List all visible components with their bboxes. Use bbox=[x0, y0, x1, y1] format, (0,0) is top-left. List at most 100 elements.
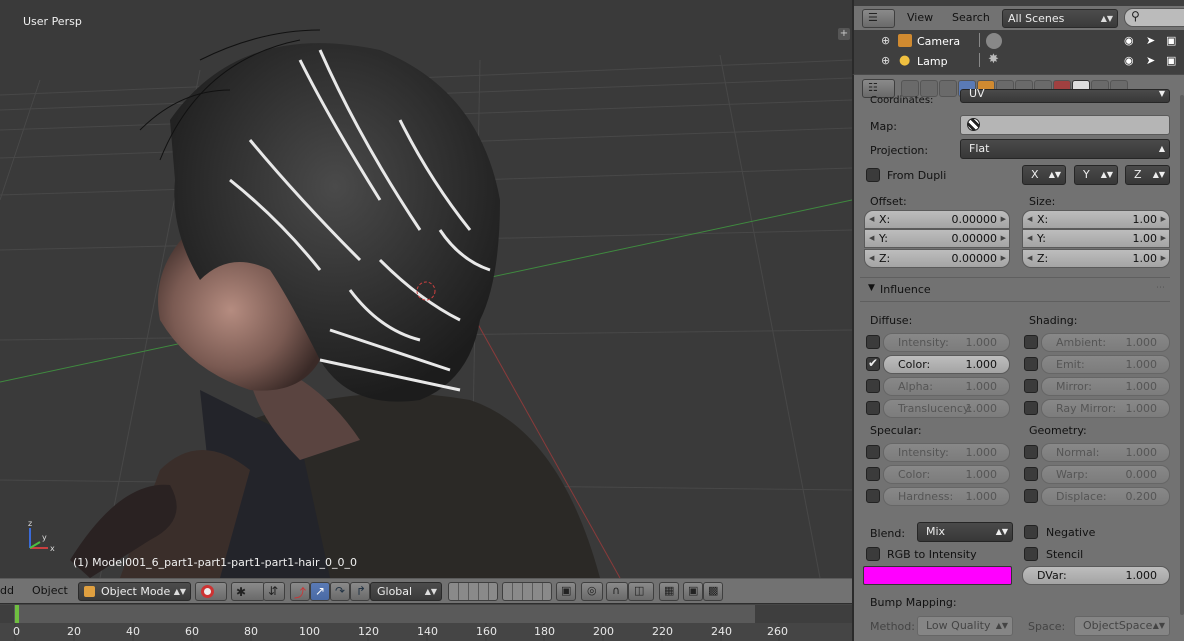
negative-checkbox[interactable] bbox=[1024, 525, 1038, 539]
properties-scrollbar[interactable] bbox=[1180, 95, 1184, 615]
add-menu[interactable]: dd bbox=[0, 584, 14, 597]
shading-ambient-field[interactable]: Ambient: 1.000 bbox=[1041, 333, 1170, 352]
orientation-value: Global bbox=[377, 585, 413, 598]
eye-icon[interactable]: ◉ bbox=[1124, 54, 1134, 67]
specular-color-field[interactable]: Color: 1.000 bbox=[883, 465, 1010, 484]
stencil-checkbox[interactable] bbox=[1024, 547, 1038, 561]
mode-select[interactable]: Object Mode ▲▼ bbox=[78, 582, 191, 601]
uv-map-field[interactable] bbox=[960, 115, 1170, 135]
expand-icon[interactable]: ⊕ bbox=[881, 34, 890, 47]
shading-mirror-checkbox[interactable] bbox=[1024, 379, 1038, 393]
shading-ray-mirror-field[interactable]: Ray Mirror: 1.000 bbox=[1041, 399, 1170, 418]
diffuse-translucency-field[interactable]: Translucency: 1.000 bbox=[883, 399, 1010, 418]
offset-z-field[interactable]: ◀ Z: 0.00000 ▶ bbox=[864, 249, 1010, 268]
region-toggle-button[interactable]: + bbox=[838, 28, 850, 40]
eye-icon[interactable]: ◉ bbox=[1124, 34, 1134, 47]
scale-toggle[interactable]: ↷ bbox=[330, 582, 350, 601]
3d-viewport[interactable]: User Persp + z y x (1) Model001_6_part1-… bbox=[0, 0, 852, 578]
map-y-select[interactable]: Y ▲▼ bbox=[1074, 165, 1118, 185]
diffuse-color-checkbox[interactable] bbox=[866, 356, 880, 371]
shading-emit-checkbox[interactable] bbox=[1024, 357, 1038, 371]
offset-x-field[interactable]: ◀ X: 0.00000 ▶ bbox=[864, 210, 1010, 229]
blend-color-swatch[interactable] bbox=[863, 566, 1012, 585]
specular-color-checkbox[interactable] bbox=[866, 467, 880, 481]
timeline-range-strip bbox=[0, 605, 852, 623]
object-menu[interactable]: Object bbox=[32, 584, 68, 597]
geometry-warp-checkbox[interactable] bbox=[1024, 467, 1038, 481]
snap-element-select[interactable]: ◫ bbox=[628, 582, 654, 601]
diffuse-translucency-checkbox[interactable] bbox=[866, 401, 880, 415]
lock-layers-button[interactable]: ▣ bbox=[556, 582, 576, 601]
coordinates-select[interactable]: UV ▼ bbox=[960, 88, 1170, 103]
outliner-row-camera[interactable]: ⊕ Camera ◉ ➤ ▣ bbox=[854, 31, 1184, 51]
cursor-icon[interactable]: ➤ bbox=[1146, 34, 1155, 47]
geometry-displace-field[interactable]: Displace: 0.200 bbox=[1041, 487, 1170, 506]
diffuse-alpha-checkbox[interactable] bbox=[866, 379, 880, 393]
editor-type-select[interactable]: ☰ bbox=[862, 9, 895, 28]
bump-method-select[interactable]: Low Quality ▲▼ bbox=[917, 616, 1013, 636]
bump-space-select[interactable]: ObjectSpace ▲▼ bbox=[1074, 616, 1170, 636]
current-frame-marker[interactable] bbox=[15, 605, 19, 623]
geometry-normal-checkbox[interactable] bbox=[1024, 445, 1038, 459]
render-animation-button[interactable]: ▩ bbox=[703, 582, 723, 601]
layers-grid-left[interactable] bbox=[448, 582, 498, 601]
size-z-field[interactable]: ◀ Z: 1.00 ▶ bbox=[1022, 249, 1170, 268]
orientation-select[interactable]: Global ▲▼ bbox=[370, 582, 442, 601]
blend-select[interactable]: Mix ▲▼ bbox=[917, 522, 1013, 542]
proportional-edit-button[interactable]: ◎ bbox=[581, 582, 603, 601]
outliner-search-input[interactable]: ⚲ bbox=[1124, 8, 1184, 27]
projection-select[interactable]: Flat ▲ bbox=[960, 139, 1170, 159]
rotate-toggle[interactable]: ↗ bbox=[310, 582, 330, 601]
transform-manipulator-toggle[interactable]: ⇵ bbox=[263, 582, 285, 601]
axis-y-label: y bbox=[42, 533, 47, 542]
offset-y-field[interactable]: ◀ Y: 0.00000 ▶ bbox=[864, 229, 1010, 248]
render-opengl-button[interactable]: ▣ bbox=[683, 582, 703, 601]
timeline-out-of-range-right bbox=[755, 605, 852, 623]
size-x-field[interactable]: ◀ X: 1.00 ▶ bbox=[1022, 210, 1170, 229]
outliner-search-menu[interactable]: Search bbox=[952, 11, 990, 24]
dvar-field[interactable]: DVar: 1.000 bbox=[1022, 566, 1170, 585]
shading-emit-field[interactable]: Emit: 1.000 bbox=[1041, 355, 1170, 374]
diffuse-alpha-field[interactable]: Alpha: 1.000 bbox=[883, 377, 1010, 396]
field-key: Hardness: bbox=[898, 490, 954, 503]
render-icon[interactable]: ▣ bbox=[1166, 34, 1176, 47]
transform-space-icon-button[interactable]: ↱ bbox=[350, 582, 370, 601]
outliner-row-lamp[interactable]: ⊕ ● Lamp ✸ ◉ ➤ ▣ bbox=[854, 51, 1184, 71]
scene-tab-icon[interactable] bbox=[939, 80, 957, 97]
cursor-icon[interactable]: ➤ bbox=[1146, 54, 1155, 67]
diffuse-intensity-checkbox[interactable] bbox=[866, 335, 880, 349]
geometry-normal-field[interactable]: Normal: 1.000 bbox=[1041, 443, 1170, 462]
expand-icon[interactable]: ⊕ bbox=[881, 54, 890, 67]
specular-intensity-checkbox[interactable] bbox=[866, 445, 880, 459]
updown-arrow-icon: ▲▼ bbox=[1100, 170, 1113, 179]
size-y-field[interactable]: ◀ Y: 1.00 ▶ bbox=[1022, 229, 1170, 248]
shading-ambient-checkbox[interactable] bbox=[1024, 335, 1038, 349]
diffuse-color-field[interactable]: Color: 1.000 bbox=[883, 355, 1010, 374]
from-dupli-checkbox[interactable] bbox=[866, 168, 880, 182]
map-z-select[interactable]: Z ▲▼ bbox=[1125, 165, 1170, 185]
influence-panel-header[interactable]: ▼ Influence ⋯ bbox=[854, 279, 1176, 301]
outliner-view-menu[interactable]: View bbox=[907, 11, 933, 24]
snap-toggle[interactable]: ∩ bbox=[606, 582, 628, 601]
specular-hardness-checkbox[interactable] bbox=[866, 489, 880, 503]
field-key: X: bbox=[1037, 213, 1049, 226]
render-icon[interactable]: ▣ bbox=[1166, 54, 1176, 67]
pivot-select[interactable]: ✱ bbox=[231, 582, 265, 601]
geometry-displace-checkbox[interactable] bbox=[1024, 489, 1038, 503]
shading-mirror-field[interactable]: Mirror: 1.000 bbox=[1041, 377, 1170, 396]
diffuse-intensity-field[interactable]: Intensity: 1.000 bbox=[883, 333, 1010, 352]
timeline[interactable]: 0 20 40 60 80 100 120 140 160 180 200 22… bbox=[0, 603, 852, 641]
shading-ray-mirror-checkbox[interactable] bbox=[1024, 401, 1038, 415]
specular-hardness-field[interactable]: Hardness: 1.000 bbox=[883, 487, 1010, 506]
viewport-shading-select[interactable] bbox=[195, 582, 227, 601]
map-x-select[interactable]: X ▲▼ bbox=[1022, 165, 1066, 185]
magnet-icon: ∩ bbox=[612, 584, 621, 597]
drag-handle-icon[interactable]: ⋯ bbox=[1156, 283, 1165, 293]
specular-intensity-field[interactable]: Intensity: 1.000 bbox=[883, 443, 1010, 462]
scene-filter-select[interactable]: All Scenes ▲▼ bbox=[1002, 9, 1118, 28]
snap-target-select[interactable]: ▦ bbox=[659, 582, 679, 601]
layers-grid-right[interactable] bbox=[502, 582, 552, 601]
translate-toggle[interactable]: ⤴ bbox=[290, 582, 310, 601]
geometry-warp-field[interactable]: Warp: 0.000 bbox=[1041, 465, 1170, 484]
rgb-to-intensity-checkbox[interactable] bbox=[866, 547, 880, 561]
